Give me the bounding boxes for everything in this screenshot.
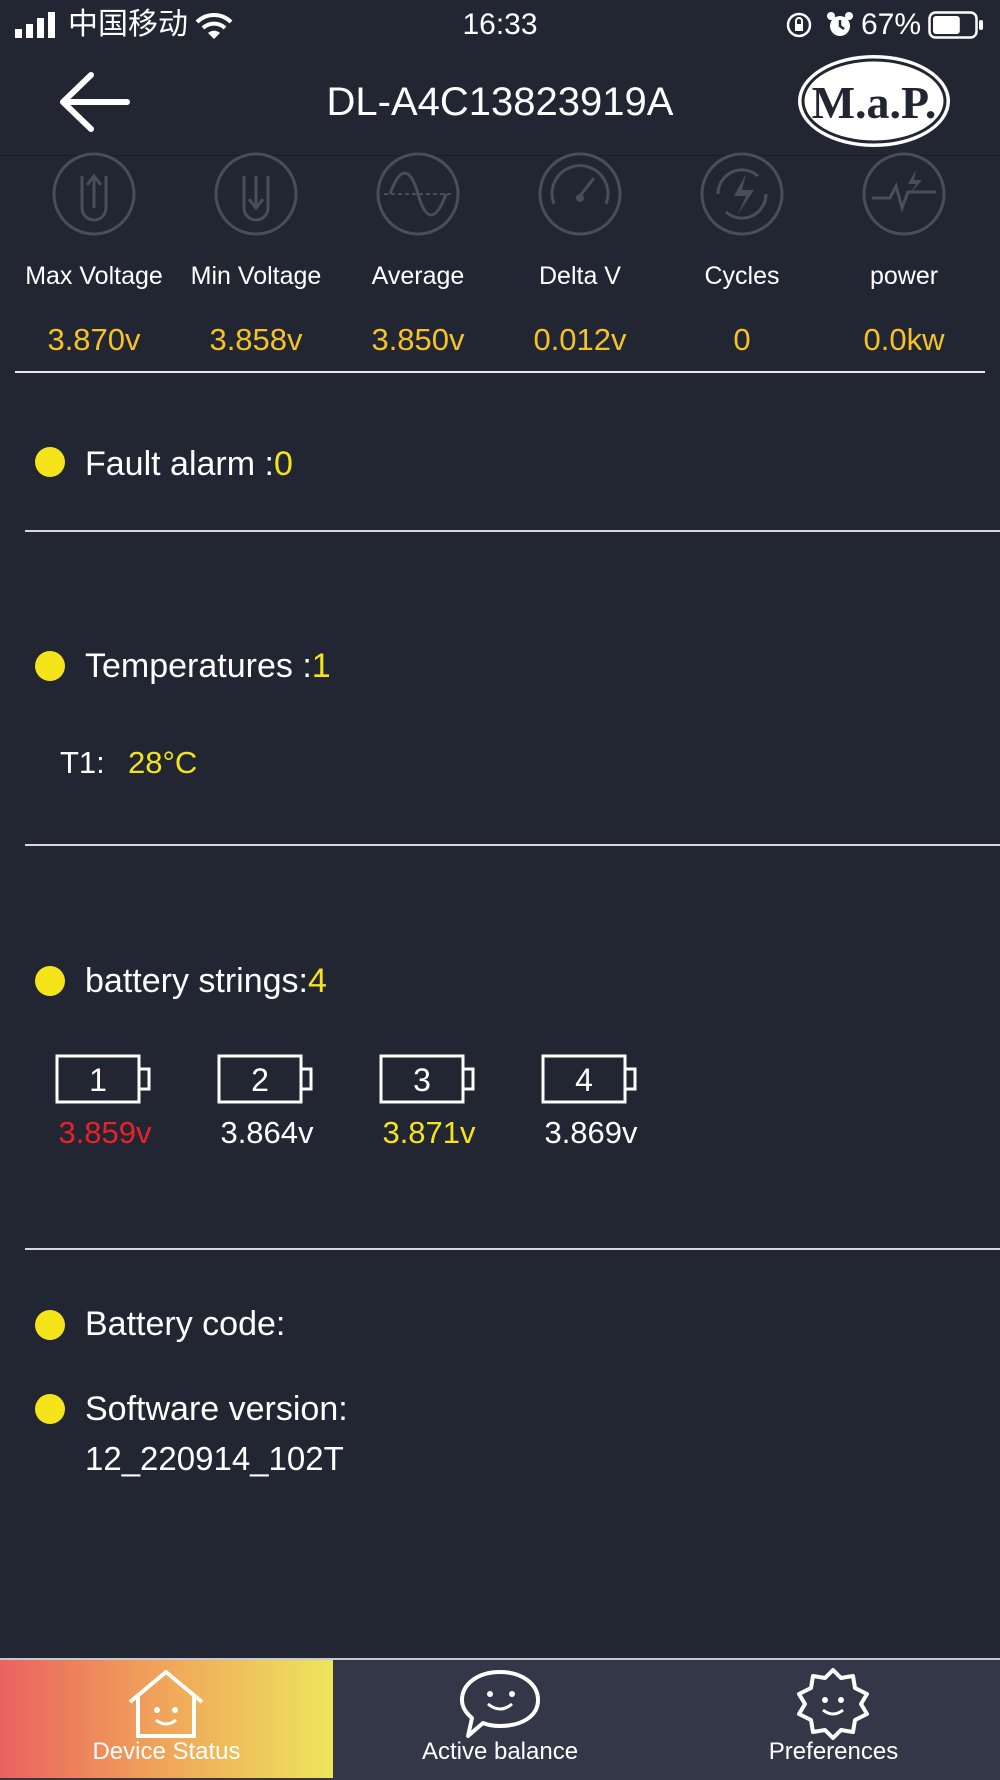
stats-divider [15, 371, 985, 373]
sine-wave-icon [376, 152, 460, 236]
battery-cell-voltage: 3.869v [544, 1115, 638, 1150]
stat-label-power: power [869, 262, 939, 290]
battery-cell-icon: 3 [379, 1054, 475, 1104]
back-arrow-icon[interactable] [55, 67, 135, 137]
temperature-sensor-label: T1: [60, 745, 105, 780]
stat-label-cycles: Cycles [704, 262, 780, 290]
min-voltage-icon [214, 152, 298, 236]
tab-label-preferences: Preferences [768, 1738, 899, 1765]
stat-value-average: 3.850v [371, 322, 465, 357]
temperatures-label: Temperatures :1 [85, 647, 331, 686]
temperature-sensor-value: 28°C [128, 745, 198, 780]
fault-bullet [35, 447, 65, 477]
house-smile-icon [128, 1670, 204, 1738]
software-version-value: 12_220914_102T [85, 1440, 344, 1477]
stat-value-max-voltage: 3.870v [47, 322, 141, 357]
battery-strings-text: battery strings: [85, 962, 308, 1000]
logo-text: M.a.P. [812, 77, 937, 128]
battery-cell-voltage: 3.864v [220, 1115, 314, 1150]
stat-label-average: Average [371, 262, 465, 290]
gauge-icon [538, 152, 622, 236]
battery-cell-index: 4 [575, 1062, 593, 1098]
battery-cell-index: 2 [251, 1062, 269, 1098]
temperatures-bullet [35, 651, 65, 681]
cycle-charge-icon [700, 152, 784, 236]
battery-cell-voltage: 3.859v [58, 1115, 152, 1150]
battery-strings-count: 4 [307, 962, 327, 1000]
fault-alarm-count: 0 [273, 445, 293, 483]
section-divider [25, 1248, 1000, 1250]
tab-label-active-balance: Active balance [421, 1738, 579, 1765]
battery-cell-icon: 4 [541, 1054, 637, 1104]
rotation-lock-icon [786, 12, 812, 38]
stat-label-delta-v: Delta V [539, 262, 621, 290]
battery-code-label: Battery code: [85, 1305, 286, 1343]
software-version-bullet [35, 1394, 65, 1424]
stat-label-max-voltage: Max Voltage [25, 262, 163, 290]
battery-percent: 67% [861, 8, 922, 41]
stat-value-delta-v: 0.012v [533, 322, 627, 357]
pulse-icon [862, 152, 946, 236]
software-version-label: Software version: [85, 1390, 348, 1428]
brand-logo: M.a.P. [795, 52, 953, 150]
fault-alarm-text: Fault alarm : [85, 445, 274, 483]
gear-smile-icon [797, 1668, 869, 1740]
battery-cell-index: 1 [89, 1062, 107, 1098]
chat-bubble-smile-icon [460, 1670, 540, 1738]
battery-cell-icon: 2 [217, 1054, 313, 1104]
battery-cell-voltage: 3.871v [382, 1115, 476, 1150]
tab-label-device-status: Device Status [92, 1738, 241, 1765]
stat-value-cycles: 0 [733, 322, 751, 357]
stat-value-min-voltage: 3.858v [209, 322, 303, 357]
alarm-icon [827, 12, 853, 36]
fault-alarm-label: Fault alarm :0 [85, 445, 293, 484]
temperatures-count: 1 [311, 647, 331, 685]
battery-status-icon [928, 11, 983, 39]
max-voltage-icon [52, 152, 136, 236]
stat-value-power: 0.0kw [863, 322, 945, 357]
battery-strings-bullet [35, 966, 65, 996]
battery-code-bullet [35, 1310, 65, 1340]
battery-strings-label: battery strings:4 [85, 962, 327, 1001]
section-divider [25, 530, 1000, 532]
battery-cell-index: 3 [413, 1062, 431, 1098]
section-divider [25, 844, 1000, 846]
temperatures-text: Temperatures : [85, 647, 312, 685]
stat-label-min-voltage: Min Voltage [190, 262, 322, 290]
battery-cell-icon: 1 [55, 1054, 151, 1104]
